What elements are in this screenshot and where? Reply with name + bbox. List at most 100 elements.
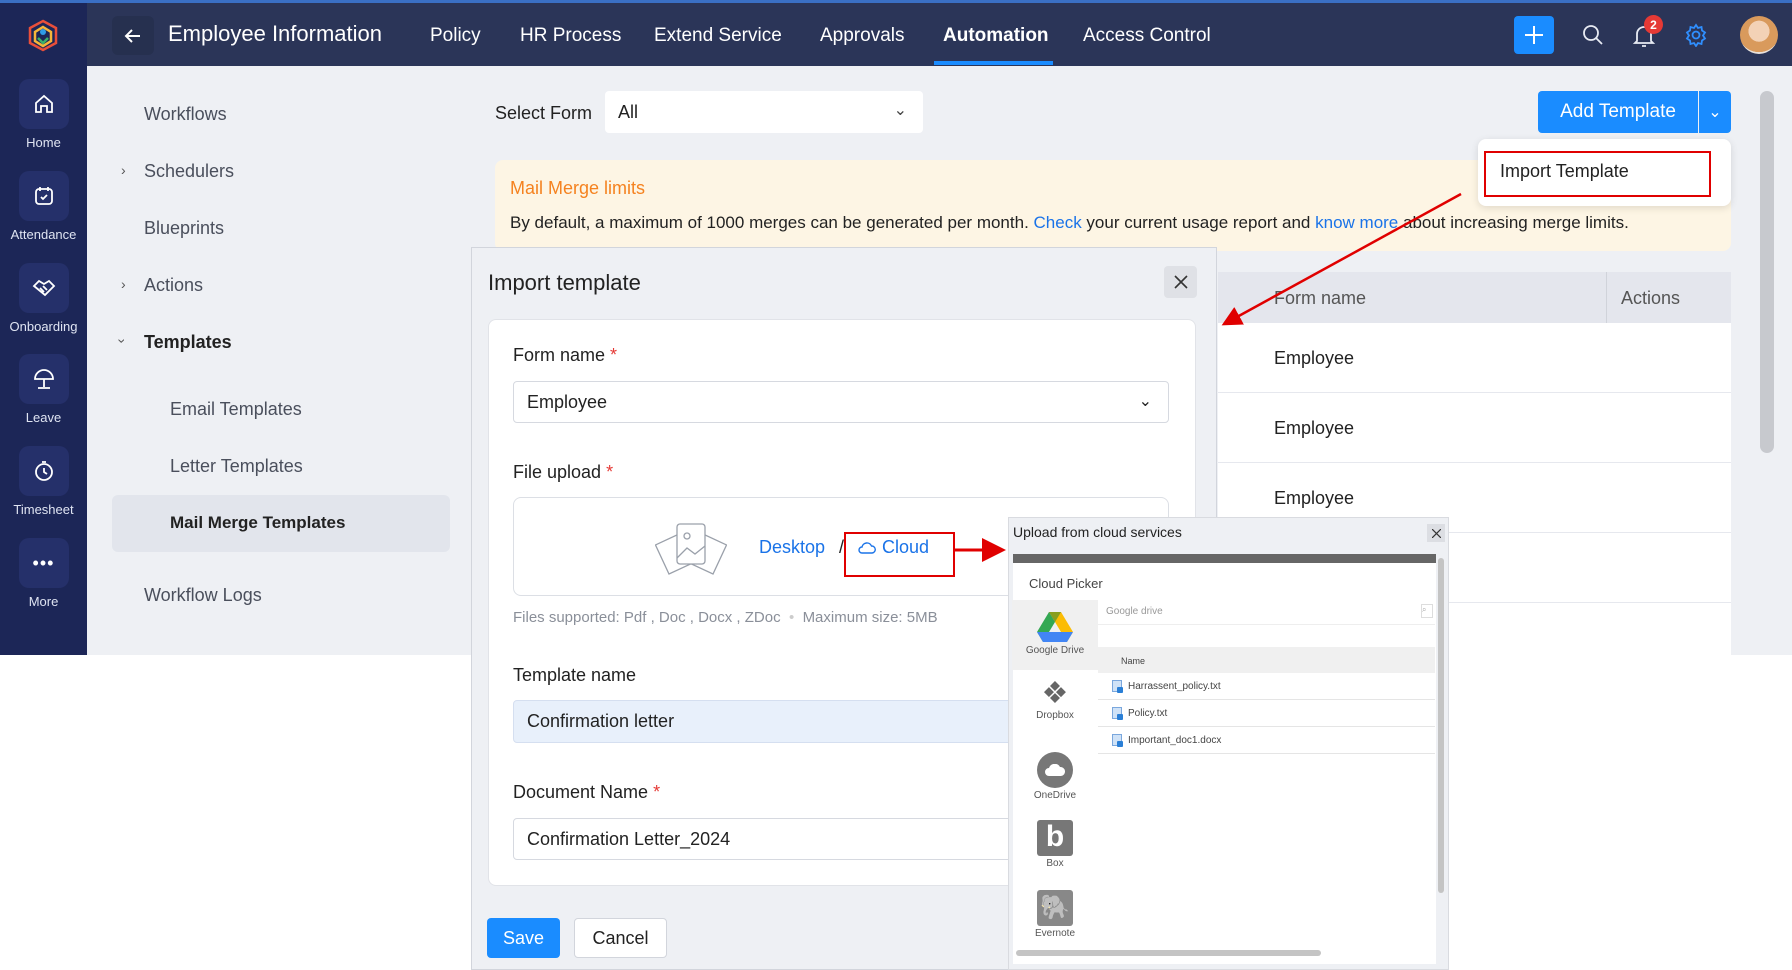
select-form-dropdown[interactable]: All ⌄ <box>605 91 923 133</box>
cloud-close-button[interactable] <box>1427 524 1445 542</box>
rail-leave[interactable]: Leave <box>0 354 87 425</box>
rail-more[interactable]: ••• More <box>0 538 87 609</box>
add-template-button[interactable]: Add Template <box>1538 91 1698 133</box>
sidebar-item-mail-merge-templates[interactable]: Mail Merge Templates <box>170 513 345 533</box>
sidebar-item-schedulers[interactable]: Schedulers <box>144 161 234 182</box>
cloud-dialog-title: Upload from cloud services <box>1013 524 1182 540</box>
form-cell: Employee <box>1274 348 1355 368</box>
search-button[interactable] <box>1581 23 1605 52</box>
template-name-value: Confirmation letter <box>527 711 675 731</box>
picker-horizontal-scrollbar[interactable] <box>1016 950 1321 956</box>
rail-label: Timesheet <box>13 502 74 517</box>
service-box[interactable]: b Box <box>1012 810 1098 880</box>
column-divider <box>1606 272 1607 323</box>
more-icon: ••• <box>18 538 69 588</box>
add-button[interactable] <box>1514 16 1554 54</box>
search-icon[interactable]: ⌕ <box>1421 604 1433 618</box>
tab-policy[interactable]: Policy <box>430 25 481 47</box>
banner-text-part: about increasing merge limits. <box>1398 213 1629 232</box>
service-evernote[interactable]: 🐘 Evernote <box>1012 880 1098 950</box>
service-onedrive[interactable]: OneDrive <box>1012 740 1098 810</box>
plus-icon <box>1525 26 1543 44</box>
service-dropbox[interactable]: ❖ Dropbox <box>1012 670 1098 740</box>
file-list-header: Name <box>1098 647 1435 673</box>
sidebar-item-actions[interactable]: Actions <box>144 275 203 296</box>
picker-vertical-scrollbar[interactable] <box>1438 558 1444 893</box>
upload-hint: Files supported: Pdf , Doc , Docx , ZDoc… <box>513 609 938 626</box>
service-label: Dropbox <box>1036 710 1074 721</box>
rail-label: Leave <box>25 410 62 425</box>
save-button[interactable]: Save <box>487 918 560 958</box>
annotation-box <box>844 532 955 577</box>
file-row[interactable]: Harrassent_policy.txt <box>1098 673 1435 700</box>
umbrella-icon <box>18 354 69 404</box>
cancel-button[interactable]: Cancel <box>574 918 667 958</box>
service-label: Box <box>1046 858 1064 869</box>
settings-button[interactable] <box>1684 23 1708 52</box>
chevron-down-icon: › <box>114 338 131 344</box>
onedrive-icon <box>1037 752 1073 788</box>
left-rail: Home Attendance Onboarding Leave Timeshe… <box>0 3 87 655</box>
rail-timesheet[interactable]: Timesheet <box>0 446 87 517</box>
active-tab-underline <box>934 61 1053 65</box>
file-name: Policy.txt <box>1128 707 1168 719</box>
service-google-drive[interactable]: Google Drive <box>1012 600 1098 670</box>
chevron-right-icon: › <box>121 162 126 178</box>
tab-extend-service[interactable]: Extend Service <box>654 25 782 47</box>
rail-label: Attendance <box>10 227 77 242</box>
handshake-icon <box>18 263 69 313</box>
rail-label: More <box>28 594 59 609</box>
document-name-label: Document Name * <box>513 782 660 803</box>
sidebar-item-workflow-logs[interactable]: Workflow Logs <box>144 585 262 606</box>
required-mark: * <box>610 345 618 365</box>
back-button[interactable] <box>112 16 154 55</box>
desktop-upload-link[interactable]: Desktop <box>759 537 825 558</box>
arrow-left-icon <box>124 28 140 43</box>
files-supported: Files supported: Pdf , Doc , Docx , ZDoc <box>513 609 781 626</box>
avatar[interactable] <box>1740 16 1778 54</box>
sidebar-item-email-templates[interactable]: Email Templates <box>170 399 302 420</box>
form-cell: Employee <box>1274 418 1355 438</box>
sidebar-item-templates[interactable]: Templates <box>144 332 232 353</box>
max-size: Maximum size: 5MB <box>802 609 938 626</box>
file-icon <box>1112 680 1123 693</box>
tab-automation[interactable]: Automation <box>943 25 1049 47</box>
tab-hr-process[interactable]: HR Process <box>520 25 621 47</box>
calendar-check-icon <box>18 171 69 221</box>
cloud-search-input[interactable]: Google drive ⌕ <box>1098 600 1435 625</box>
rail-home[interactable]: Home <box>0 79 87 150</box>
chevron-down-icon: ⌄ <box>893 102 907 119</box>
banner-text-part: By default, a maximum of 1000 merges can… <box>510 213 1034 232</box>
chevron-right-icon: › <box>121 276 126 292</box>
form-name-select[interactable]: Employee ⌄ <box>513 381 1169 423</box>
page-scrollbar[interactable] <box>1760 91 1774 453</box>
tab-access-control[interactable]: Access Control <box>1083 25 1211 47</box>
file-row[interactable]: Important_doc1.docx <box>1098 727 1435 754</box>
timer-icon <box>18 446 69 496</box>
rail-attendance[interactable]: Attendance <box>0 171 87 242</box>
evernote-icon: 🐘 <box>1037 890 1073 926</box>
notification-badge: 2 <box>1644 15 1663 34</box>
tab-approvals[interactable]: Approvals <box>820 25 905 47</box>
service-label: OneDrive <box>1033 790 1077 801</box>
search-placeholder: Google drive <box>1106 606 1163 617</box>
banner-text-part: your current usage report and <box>1081 213 1316 232</box>
table-row[interactable]: Employee <box>1218 323 1731 393</box>
box-icon: b <box>1037 820 1073 856</box>
rail-onboarding[interactable]: Onboarding <box>0 263 87 334</box>
notifications-button[interactable]: 2 <box>1632 15 1663 54</box>
know-more-link[interactable]: know more <box>1315 213 1398 232</box>
dialog-title: Import template <box>488 270 641 295</box>
file-row[interactable]: Policy.txt <box>1098 700 1435 727</box>
table-row[interactable]: Employee <box>1218 393 1731 463</box>
check-link[interactable]: Check <box>1034 213 1082 232</box>
google-drive-icon <box>1037 612 1073 642</box>
add-template-dropdown[interactable]: ⌄ <box>1699 91 1731 133</box>
close-button[interactable] <box>1164 266 1197 298</box>
sidebar-item-workflows[interactable]: Workflows <box>144 104 227 125</box>
sidebar-item-letter-templates[interactable]: Letter Templates <box>170 456 303 477</box>
sidebar-item-blueprints[interactable]: Blueprints <box>144 218 224 239</box>
upload-illustration-icon <box>654 520 728 585</box>
file-name: Important_doc1.docx <box>1128 734 1222 746</box>
form-cell: Employee <box>1274 488 1355 508</box>
